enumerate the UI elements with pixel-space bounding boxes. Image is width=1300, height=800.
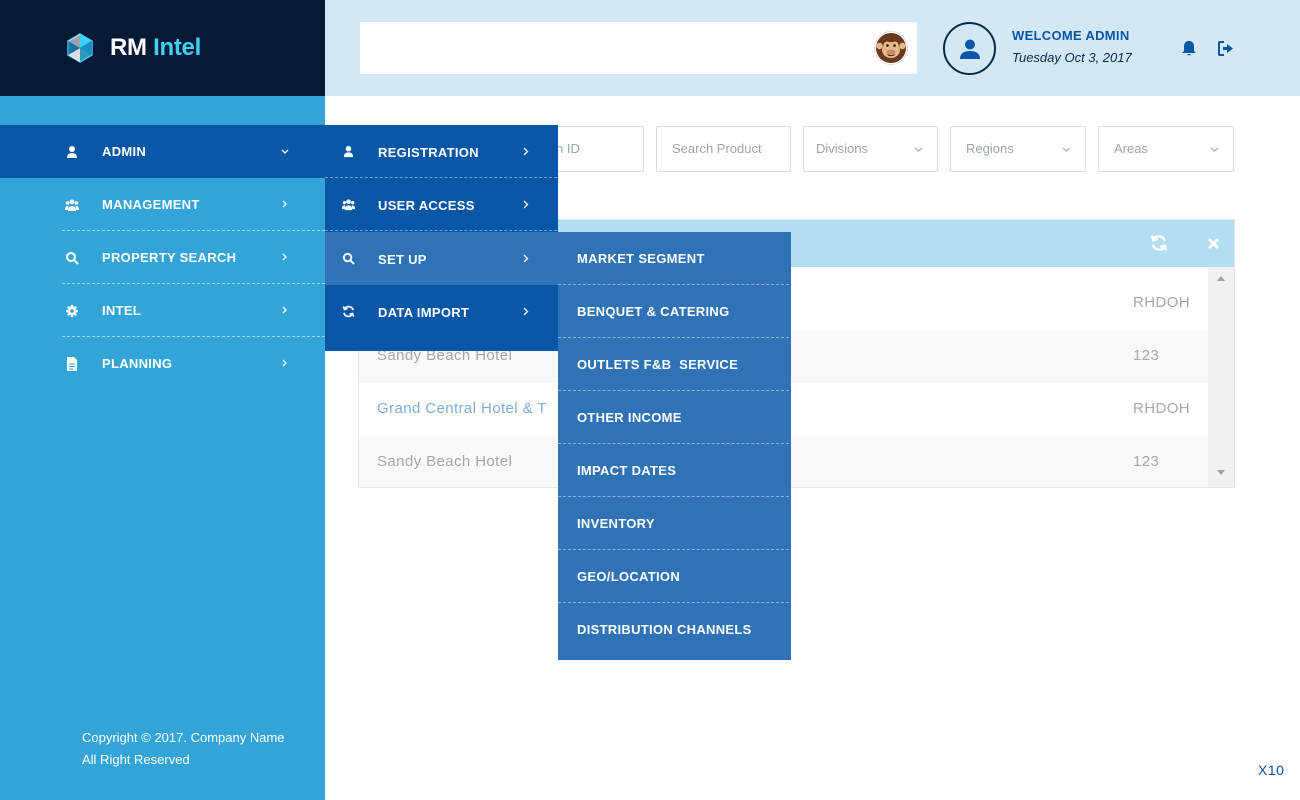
sidebar-item-admin[interactable]: ADMIN (0, 125, 325, 178)
sidebar-item-label: PROPERTY SEARCH (102, 250, 237, 265)
sidebar-item-management[interactable]: MANAGEMENT (0, 178, 325, 231)
sidebar-item-label: PLANNING (102, 356, 173, 371)
user-avatar[interactable] (943, 22, 996, 75)
sidebar: RM Intel ADMIN MANAGEMENT PROPERTY SEARC… (0, 0, 325, 800)
bell-icon[interactable] (1181, 40, 1197, 57)
chevron-down-icon (281, 149, 289, 154)
chevron-right-icon (523, 200, 529, 209)
chevron-right-icon (523, 307, 529, 316)
submenu-item-inventory[interactable]: INVENTORY (558, 497, 791, 550)
scroll-up-icon[interactable] (1217, 276, 1225, 281)
welcome-text: WELCOME ADMIN (1012, 28, 1130, 43)
submenu-item-banquet-catering[interactable]: BENQUET & CATERING (558, 285, 791, 338)
vertical-scrollbar[interactable] (1208, 267, 1234, 487)
sidebar-item-label: INTEL (102, 303, 142, 318)
chevron-right-icon (282, 253, 287, 261)
submenu-item-impact-dates[interactable]: IMPACT DATES (558, 444, 791, 497)
scroll-down-icon[interactable] (1217, 470, 1225, 475)
regions-select[interactable]: Regions (950, 126, 1086, 172)
logout-icon[interactable] (1218, 41, 1234, 56)
user-icon (343, 145, 354, 158)
submenu-item-geo-location[interactable]: GEO/LOCATION (558, 550, 791, 603)
chevron-down-icon (1062, 147, 1071, 152)
version-label: X10 (1258, 762, 1285, 778)
header: WELCOME ADMIN Tuesday Oct 3, 2017 (325, 0, 1300, 96)
submenu-item-other-income[interactable]: OTHER INCOME (558, 391, 791, 444)
brand[interactable]: RM Intel (0, 0, 325, 96)
current-date: Tuesday Oct 3, 2017 (1012, 50, 1132, 65)
refresh-icon (342, 305, 355, 318)
close-icon[interactable] (1207, 237, 1220, 250)
search-icon (66, 252, 79, 265)
submenu-item-outlets-fb-service[interactable]: OUTLETS F&B SERVICE (558, 338, 791, 391)
sidebar-item-intel[interactable]: INTEL (0, 284, 325, 337)
users-icon (65, 199, 79, 211)
submenu-item-market-segment[interactable]: MARKET SEGMENT (558, 232, 791, 285)
sidebar-item-property-search[interactable]: PROPERTY SEARCH (0, 231, 325, 284)
chevron-right-icon (282, 359, 287, 367)
user-icon (67, 146, 77, 158)
chevron-right-icon (523, 147, 529, 156)
refresh-icon[interactable] (1150, 234, 1168, 252)
user-icon (959, 39, 980, 59)
chevron-down-icon (914, 147, 923, 152)
document-icon (67, 357, 77, 371)
users-icon (342, 199, 355, 211)
search-icon (342, 252, 355, 265)
hexagon-logo-icon (67, 33, 93, 63)
sidebar-item-label: ADMIN (102, 144, 147, 159)
setup-submenu: MARKET SEGMENT BENQUET & CATERING OUTLET… (558, 232, 791, 660)
admin-submenu: REGISTRATION USER ACCESS SET UP DATA IMP… (325, 125, 558, 351)
submenu-item-data-import[interactable]: DATA IMPORT (325, 285, 557, 338)
submenu-item-set-up[interactable]: SET UP (325, 232, 558, 285)
search-input[interactable] (360, 22, 917, 74)
sidebar-item-label: MANAGEMENT (102, 197, 200, 212)
monkey-avatar-icon[interactable] (874, 31, 908, 65)
chevron-right-icon (282, 200, 287, 208)
sidebar-nav: ADMIN MANAGEMENT PROPERTY SEARCH INTEL P… (0, 125, 325, 390)
submenu-item-registration[interactable]: REGISTRATION (325, 125, 557, 178)
sidebar-item-planning[interactable]: PLANNING (0, 337, 325, 390)
submenu-item-user-access[interactable]: USER ACCESS (325, 178, 557, 231)
areas-select[interactable]: Areas (1098, 126, 1234, 172)
gear-icon (66, 305, 78, 317)
product-search-input[interactable]: Search Product (656, 126, 791, 172)
brand-name: RM Intel (110, 34, 201, 61)
copyright: Copyright © 2017. Company Name All Right… (82, 730, 285, 767)
chevron-right-icon (282, 306, 287, 314)
chevron-down-icon (1210, 147, 1219, 152)
chevron-right-icon (523, 254, 529, 263)
submenu-item-distribution-channels[interactable]: DISTRIBUTION CHANNELS (558, 603, 791, 656)
divisions-select[interactable]: Divisions (803, 126, 938, 172)
